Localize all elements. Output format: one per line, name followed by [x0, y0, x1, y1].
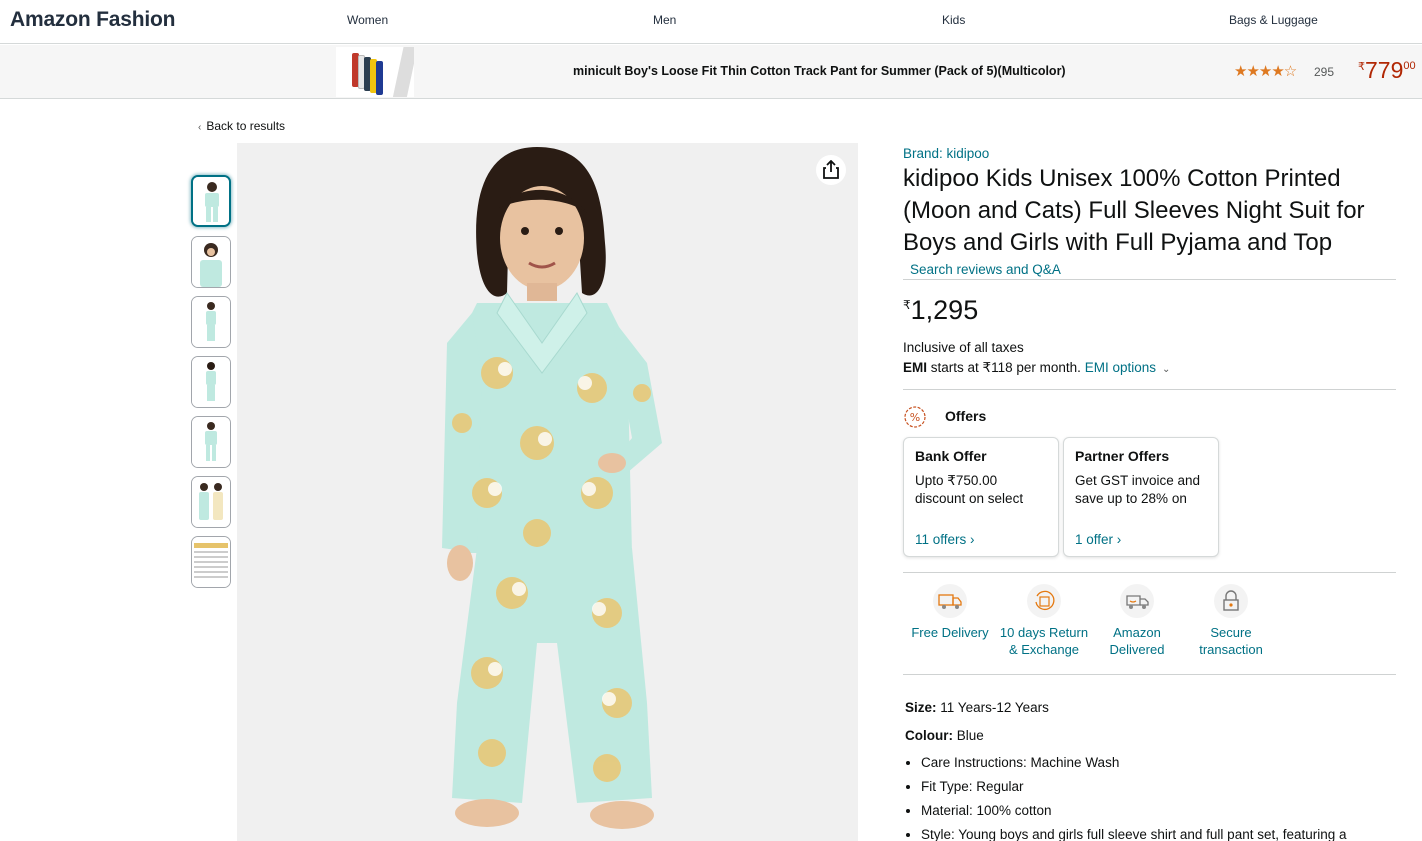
feature-label-line1: 10 days Return — [999, 625, 1089, 640]
thumbnail-3[interactable] — [191, 296, 231, 348]
price-fraction: 00 — [1403, 60, 1416, 72]
kid-pajama-thumb-icon — [193, 177, 229, 225]
thumbnail-2[interactable] — [191, 236, 231, 288]
price-currency: ₹ — [903, 298, 911, 312]
colour-value: Blue — [956, 728, 984, 743]
return-box-icon — [1027, 584, 1061, 618]
kid-front-thumb-icon — [192, 417, 230, 467]
divider — [903, 572, 1396, 573]
kid-closeup-thumb-icon — [192, 237, 230, 287]
tax-note: Inclusive of all taxes — [903, 340, 1024, 355]
kid-back-thumb-icon — [192, 357, 230, 407]
back-to-results-link[interactable]: ‹ Back to results — [198, 119, 285, 133]
feature-label-line2: transaction — [1199, 642, 1263, 657]
thumbnail-6[interactable] — [191, 476, 231, 528]
rating-count[interactable]: 295 — [1314, 65, 1334, 79]
svg-text:%: % — [910, 411, 920, 424]
amazon-truck-icon — [1120, 584, 1154, 618]
offers-percent-icon: % — [903, 405, 927, 429]
lock-icon — [1214, 584, 1248, 618]
main-product-image[interactable] — [237, 143, 858, 841]
list-item: Fit Type: Regular — [921, 779, 1347, 803]
feature-secure-transaction[interactable]: Secure transaction — [1191, 584, 1271, 658]
price-whole: 779 — [1365, 57, 1404, 83]
list-item: Material: 100% cotton — [921, 803, 1347, 827]
nav-kids[interactable]: Kids — [942, 13, 965, 27]
thumbnail-5[interactable] — [191, 416, 231, 468]
offers-heading: Offers — [945, 408, 987, 424]
search-reviews-link[interactable]: Search reviews and Q&A — [910, 262, 1061, 277]
feature-label-line1: Secure — [1210, 625, 1252, 640]
size-label: Size: — [905, 700, 937, 715]
offer-count-link[interactable]: 1 offer › — [1075, 532, 1121, 547]
size-value: 11 Years-12 Years — [940, 700, 1049, 715]
two-kids-thumb-icon — [192, 477, 230, 527]
sticky-price: ₹77900 — [1358, 57, 1416, 84]
feature-return-exchange[interactable]: 10 days Return & Exchange — [998, 584, 1090, 658]
emi-text: starts at ₹118 per month. — [927, 360, 1085, 375]
kid-side-thumb-icon — [192, 297, 230, 347]
price-currency: ₹ — [1358, 61, 1365, 73]
price-value: 1,295 — [910, 295, 979, 325]
product-title: kidipoo Kids Unisex 100% Cotton Printed … — [903, 165, 1365, 256]
feature-label-line2: & Exchange — [1008, 642, 1080, 657]
nav-bags-luggage[interactable]: Bags & Luggage — [1229, 13, 1318, 27]
delivery-truck-icon — [933, 584, 967, 618]
emi-options-link[interactable]: EMI options — [1085, 360, 1156, 375]
star-rating-icon[interactable]: ★★★★☆ — [1234, 62, 1297, 80]
emi-label: EMI — [903, 360, 928, 375]
feature-amazon-delivered[interactable]: Amazon Delivered — [1097, 584, 1177, 658]
sticky-product-title[interactable]: minicult Boy's Loose Fit Thin Cotton Tra… — [573, 64, 1066, 78]
partner-offer-card[interactable]: Partner Offers Get GST invoice and save … — [1063, 437, 1219, 557]
sticky-product-bar: minicult Boy's Loose Fit Thin Cotton Tra… — [0, 45, 1422, 99]
share-button[interactable] — [816, 155, 846, 185]
brand-link[interactable]: Brand: kidipoo — [903, 146, 989, 161]
offer-count-link[interactable]: 11 offers › — [915, 532, 975, 547]
nav-women[interactable]: Women — [347, 13, 388, 27]
thumbnail-4[interactable] — [191, 356, 231, 408]
colour-label: Colour: — [905, 728, 953, 743]
divider — [903, 279, 1396, 280]
thumbnail-7-size-chart[interactable] — [191, 536, 231, 588]
amazon-fashion-logo[interactable]: Amazon Fashion — [10, 8, 175, 32]
size-attribute: Size: 11 Years-12 Years — [905, 700, 1049, 715]
back-label: Back to results — [206, 119, 286, 133]
sticky-product-thumbnail[interactable] — [336, 47, 414, 97]
feature-label: Free Delivery — [911, 625, 989, 640]
kid-in-night-suit-image — [237, 143, 858, 841]
divider — [903, 674, 1396, 675]
product-feature-bullets: Care Instructions: Machine Wash Fit Type… — [921, 755, 1347, 841]
chevron-left-icon: ‹ — [198, 122, 202, 133]
offer-title: Partner Offers — [1075, 448, 1170, 464]
nav-men[interactable]: Men — [653, 13, 676, 27]
offer-description: Upto ₹750.00 discount on select Credit C… — [915, 473, 1024, 506]
size-chart-thumb-icon — [192, 537, 230, 587]
thumbnail-1[interactable] — [191, 175, 231, 227]
list-item: Care Instructions: Machine Wash — [921, 755, 1347, 779]
product-price: ₹1,295 — [903, 295, 978, 326]
list-item: Style: Young boys and girls full sleeve … — [921, 827, 1347, 841]
top-nav: Amazon Fashion Women Men Kids Bags & Lug… — [0, 0, 1422, 44]
emi-line: EMI starts at ₹118 per month. EMI option… — [903, 360, 1170, 376]
divider — [903, 389, 1396, 390]
share-icon — [823, 160, 839, 179]
offer-description: Get GST invoice and save up to 28% on bu… — [1075, 473, 1201, 506]
bank-offer-card[interactable]: Bank Offer Upto ₹750.00 discount on sele… — [903, 437, 1059, 557]
offer-title: Bank Offer — [915, 448, 987, 464]
colour-attribute: Colour: Blue — [905, 728, 984, 743]
feature-label-line2: Delivered — [1109, 642, 1165, 657]
chevron-down-icon[interactable]: ⌄ — [1162, 364, 1170, 375]
feature-label-line1: Amazon — [1113, 625, 1161, 640]
feature-free-delivery[interactable]: Free Delivery — [906, 584, 994, 641]
